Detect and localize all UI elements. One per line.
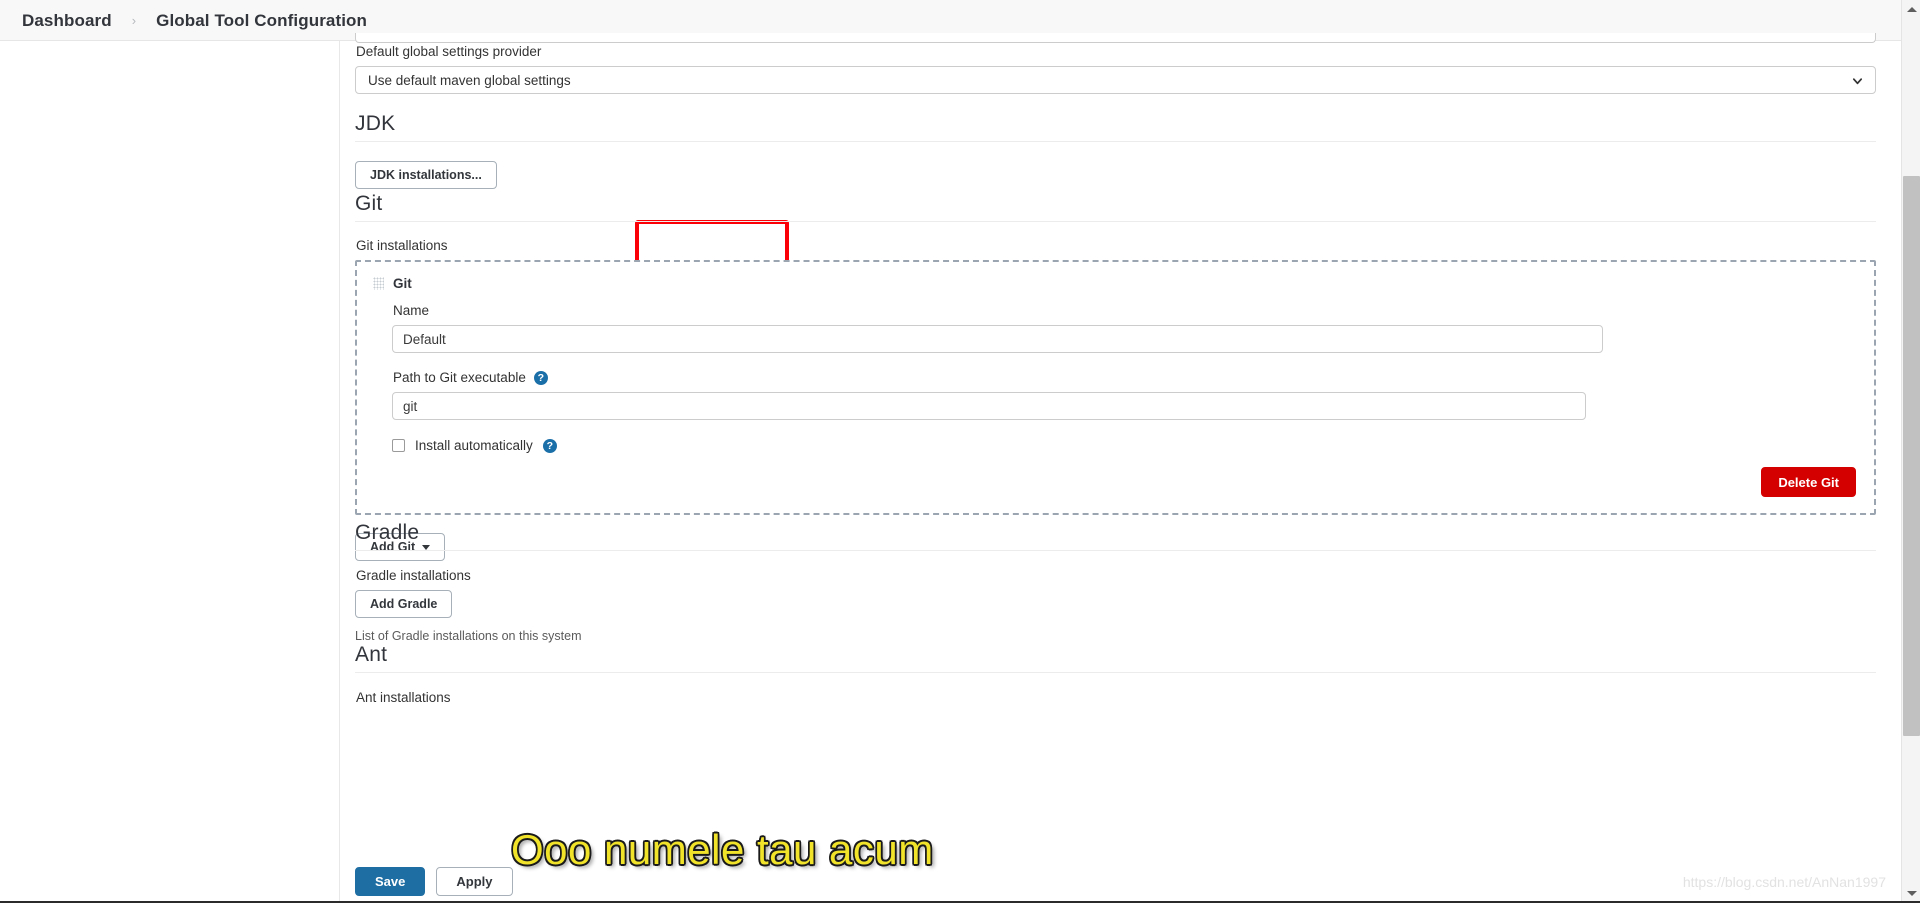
install-automatically-checkbox[interactable] [392,439,405,452]
chevron-down-icon [1852,75,1863,86]
install-automatically-label: Install automatically [415,438,533,453]
help-icon[interactable]: ? [542,438,557,453]
main-content: Default global settings provider Use def… [341,33,1901,903]
ant-section-title: Ant [355,643,1876,673]
default-global-settings-group: Default global settings provider Use def… [355,44,1876,94]
jdk-section: JDK JDK installations... [355,112,1876,189]
breadcrumb-item-global-tool-configuration[interactable]: Global Tool Configuration [144,11,379,31]
git-installations-label: Git installations [356,238,448,253]
gradle-installations-label: Gradle installations [356,568,471,583]
drag-handle-icon[interactable] [373,277,384,290]
git-panel-header: Git [373,276,1858,291]
git-path-label-group: Path to Git executable ? [393,370,1858,385]
delete-git-button[interactable]: Delete Git [1761,467,1856,497]
vertical-scrollbar[interactable] [1901,0,1920,903]
breadcrumb-item-dashboard[interactable]: Dashboard [22,11,124,31]
triangle-down-icon [1906,891,1917,896]
add-gradle-button[interactable]: Add Gradle [355,590,453,618]
git-name-label: Name [393,303,430,318]
scroll-up-button[interactable] [1902,0,1920,19]
page-root: Dashboard › Global Tool Configuration De… [0,0,1920,903]
help-icon[interactable]: ? [533,370,548,385]
jdk-section-title: JDK [355,112,1876,142]
default-global-settings-label: Default global settings provider [356,44,542,59]
scrolled-off-field [355,33,1876,43]
breadcrumb: Dashboard › Global Tool Configuration [22,0,379,41]
ant-section: Ant Ant installations [355,643,1876,712]
apply-button[interactable]: Apply [436,866,513,896]
form-action-bar: Save Apply [341,859,1901,903]
git-panel-actions: Delete Git [392,467,1858,497]
gradle-section: Gradle Gradle installations Add Gradle L… [355,521,1876,643]
git-section-title: Git [355,192,1876,222]
triangle-up-icon [1906,7,1917,12]
left-sidebar-rail [0,41,340,903]
git-panel-title: Git [393,276,412,291]
jdk-installations-button[interactable]: JDK installations... [355,161,497,189]
git-path-label: Path to Git executable [393,370,526,385]
default-global-settings-value: Use default maven global settings [368,72,571,88]
git-installation-panel: Git Name Path to Git executable ? Instal… [355,260,1876,515]
breadcrumb-separator-icon: › [131,13,137,28]
git-install-automatically-row: Install automatically ? [392,438,1858,453]
git-name-input[interactable] [392,325,1603,353]
git-panel-body: Name Path to Git executable ? Install au… [373,303,1858,497]
git-section: Git Git installations Git Name Path to G… [355,192,1876,561]
git-path-input[interactable] [392,392,1586,420]
gradle-hint: List of Gradle installations on this sys… [355,629,582,643]
default-global-settings-select[interactable]: Use default maven global settings [355,66,1876,94]
save-button[interactable]: Save [355,866,426,896]
ant-installations-label: Ant installations [356,690,451,705]
gradle-section-title: Gradle [355,521,1876,551]
scrollbar-thumb[interactable] [1903,176,1920,736]
